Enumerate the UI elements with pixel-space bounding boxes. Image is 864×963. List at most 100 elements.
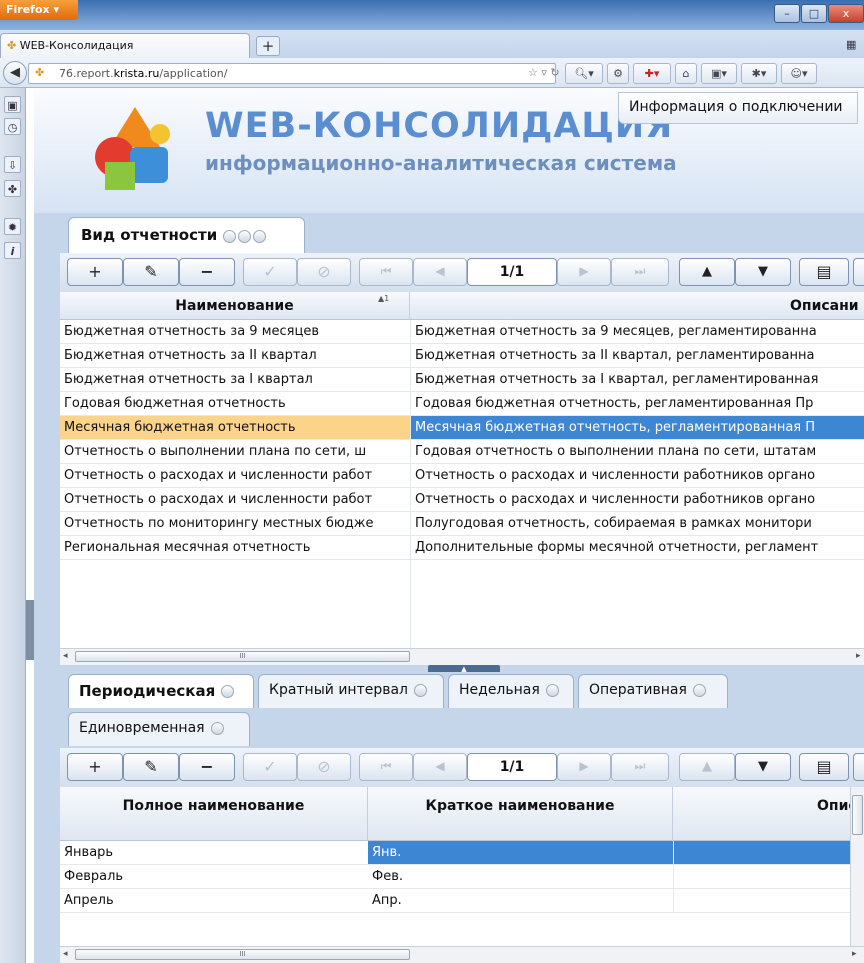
first-page-button-bottom[interactable]: ⏮: [359, 753, 413, 781]
move-down-button[interactable]: ▼: [735, 258, 791, 286]
columns-button-bottom[interactable]: ▤: [799, 753, 849, 781]
adblock-button[interactable]: ✚▾: [633, 63, 671, 84]
scroll-right-arrow-icon-bottom[interactable]: ▸: [852, 949, 857, 959]
table-row[interactable]: Месячная бюджетная отчетность Месячная бю…: [60, 416, 864, 440]
cell-name[interactable]: Бюджетная отчетность за I квартал: [60, 368, 410, 391]
dropdown-arrow-icon[interactable]: ▿: [541, 66, 547, 79]
first-page-button[interactable]: ⏮: [359, 258, 413, 286]
minimize-button[interactable]: –: [774, 4, 800, 23]
connection-info-button[interactable]: Информация о подключении: [618, 92, 858, 124]
table-row[interactable]: Бюджетная отчетность за II квартал Бюджет…: [60, 344, 864, 368]
add-button-bottom[interactable]: +: [67, 753, 123, 781]
cell-description[interactable]: Годовая бюджетная отчетность, регламенти…: [411, 392, 864, 415]
remove-button-bottom[interactable]: −: [179, 753, 235, 781]
column-header-description-bottom[interactable]: Описа: [673, 787, 860, 841]
cell-name[interactable]: Региональная месячная отчетность: [60, 536, 410, 559]
cell-description[interactable]: Полугодовая отчетность, собираемая в рам…: [411, 512, 864, 535]
more-toolbar-button[interactable]: [853, 258, 864, 286]
addons-icon[interactable]: ✤: [4, 180, 21, 197]
cell-description[interactable]: Бюджетная отчетность за II квартал, регл…: [411, 344, 864, 367]
cell-name[interactable]: Годовая бюджетная отчетность: [60, 392, 410, 415]
extension-button[interactable]: ✱▾: [741, 63, 777, 84]
cell-short-name[interactable]: Фев.: [368, 865, 673, 888]
cell-name[interactable]: Бюджетная отчетность за 9 месяцев: [60, 320, 410, 343]
table-row[interactable]: Апрель Апр.: [60, 889, 860, 913]
next-page-button[interactable]: ▶: [557, 258, 611, 286]
cell-short-name[interactable]: Апр.: [368, 889, 673, 912]
history-icon[interactable]: ◷: [4, 118, 21, 135]
cell-full-name[interactable]: Февраль: [60, 865, 368, 888]
search-engine-button[interactable]: 🔍︎▾: [565, 63, 603, 84]
cell-description[interactable]: Бюджетная отчетность за I квартал, регла…: [411, 368, 864, 391]
cell-name[interactable]: Отчетность по мониторингу местных бюдже: [60, 512, 410, 535]
prev-page-button-bottom[interactable]: ◀: [413, 753, 467, 781]
cell-name[interactable]: Бюджетная отчетность за II квартал: [60, 344, 410, 367]
maximize-button[interactable]: □: [801, 4, 827, 23]
more-toolbar-button-bottom[interactable]: [853, 753, 864, 781]
browser-tab[interactable]: ✤ WEB-Консолидация: [0, 33, 250, 58]
last-page-button-bottom[interactable]: ⏭: [611, 753, 669, 781]
cell-description[interactable]: Дополнительные формы месячной отчетности…: [411, 536, 864, 559]
apply-button[interactable]: ✓: [243, 258, 297, 286]
bottom-grid-hscrollbar[interactable]: ◂ III ▸: [60, 946, 864, 963]
tab-period-0[interactable]: Периодическая: [68, 674, 254, 708]
move-down-button-bottom[interactable]: ▼: [735, 753, 791, 781]
tab-report-type[interactable]: Вид отчетности: [68, 217, 305, 253]
tab-minimize-icon[interactable]: [221, 685, 235, 698]
table-row[interactable]: Бюджетная отчетность за 9 месяцев Бюджетн…: [60, 320, 864, 344]
bookmark-star-icon[interactable]: ☆: [528, 66, 538, 79]
cell-name[interactable]: Отчетность о расходах и численности рабо…: [60, 464, 410, 487]
info-icon[interactable]: i: [4, 242, 21, 259]
cell-description[interactable]: Годовая отчетность о выполнении плана по…: [411, 440, 864, 463]
move-up-button[interactable]: ▲: [679, 258, 735, 286]
scroll-left-arrow-icon[interactable]: ◂: [63, 651, 68, 661]
table-row[interactable]: Бюджетная отчетность за I квартал Бюджетн…: [60, 368, 864, 392]
next-page-button-bottom[interactable]: ▶: [557, 753, 611, 781]
tab-minimize-icon[interactable]: [414, 683, 428, 697]
tab-period-2[interactable]: Недельная: [448, 674, 574, 708]
add-button[interactable]: +: [67, 258, 123, 286]
move-up-button-bottom[interactable]: ▲: [679, 753, 735, 781]
back-button[interactable]: ◀: [3, 61, 27, 85]
scroll-left-arrow-icon-bottom[interactable]: ◂: [63, 949, 68, 959]
download-icon[interactable]: ⇩: [4, 156, 21, 173]
cancel-button-bottom[interactable]: ⊘: [297, 753, 351, 781]
table-row[interactable]: Отчетность о расходах и численности рабо…: [60, 464, 864, 488]
column-header-description[interactable]: Описани: [410, 292, 864, 320]
table-row[interactable]: Январь Янв.: [60, 841, 860, 865]
cell-name[interactable]: Отчетность о выполнении плана по сети, ш: [60, 440, 410, 463]
cell-description[interactable]: Месячная бюджетная отчетность, регламент…: [411, 416, 864, 439]
cell-full-name[interactable]: Апрель: [60, 889, 368, 912]
scroll-thumb-bottom[interactable]: III: [75, 949, 410, 960]
smiley-extension-button[interactable]: ☺▾: [781, 63, 817, 84]
tab-groups-icon[interactable]: ▦: [846, 38, 856, 51]
tab-period-4[interactable]: Единовременная: [68, 712, 250, 746]
cancel-button[interactable]: ⊘: [297, 258, 351, 286]
tab-period-1[interactable]: Кратный интервал: [258, 674, 444, 708]
column-header-full-name[interactable]: Полное наименование: [60, 787, 368, 841]
tab-period-3[interactable]: Оперативная: [578, 674, 728, 708]
bottom-grid-vscrollbar[interactable]: [850, 787, 864, 947]
cell-short-name[interactable]: Янв.: [368, 841, 673, 864]
tab-minimize-icon[interactable]: [545, 683, 559, 697]
tab-minimize-icon[interactable]: [692, 683, 706, 697]
sidebar-splitter[interactable]: [26, 600, 34, 660]
cell-description[interactable]: [673, 865, 860, 888]
edit-button-bottom[interactable]: ✎: [123, 753, 179, 781]
url-bar[interactable]: ✤ 76.report.krista.ru/application/: [28, 63, 556, 84]
table-row[interactable]: Годовая бюджетная отчетность Годовая бюдж…: [60, 392, 864, 416]
scroll-right-arrow-icon[interactable]: ▸: [856, 651, 861, 661]
vscroll-thumb[interactable]: [852, 795, 863, 835]
remove-button[interactable]: −: [179, 258, 235, 286]
screen-capture-button[interactable]: ▣▾: [701, 63, 737, 84]
tab-minimize-icon[interactable]: [238, 230, 252, 243]
table-row[interactable]: Февраль Фев.: [60, 865, 860, 889]
edit-button[interactable]: ✎: [123, 258, 179, 286]
last-page-button[interactable]: ⏭: [611, 258, 669, 286]
cell-name[interactable]: Отчетность о расходах и численности рабо…: [60, 488, 410, 511]
cell-description[interactable]: Отчетность о расходах и численности рабо…: [411, 488, 864, 511]
reload-icon[interactable]: ↻: [550, 66, 559, 79]
cell-description[interactable]: [673, 889, 860, 912]
close-window-button[interactable]: x: [828, 4, 864, 23]
tab-close-icon[interactable]: [253, 230, 267, 243]
